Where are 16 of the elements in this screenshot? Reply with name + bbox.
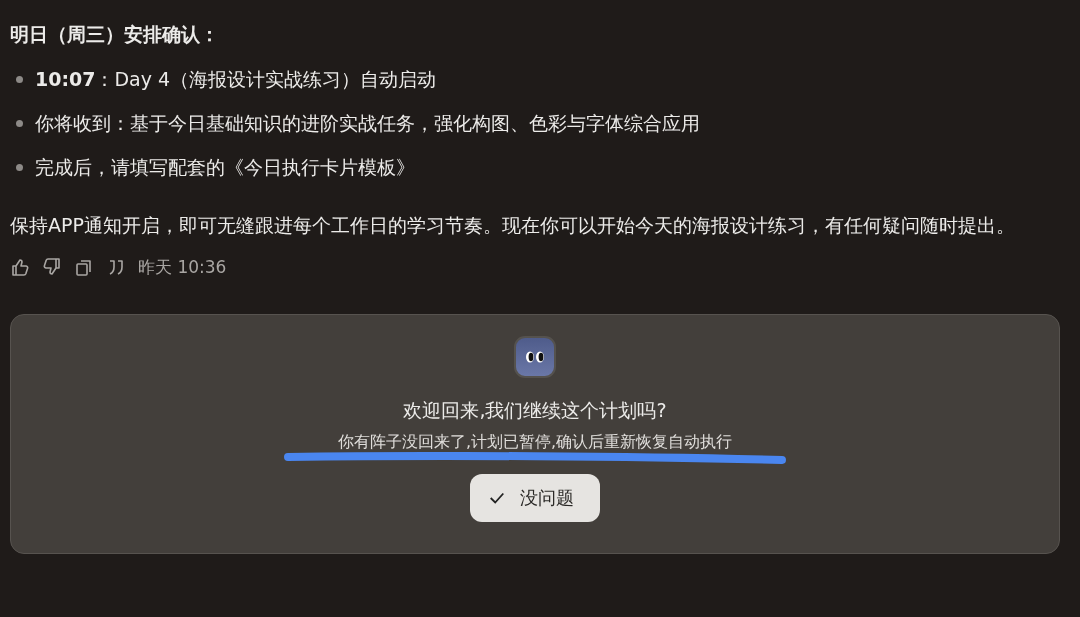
section-heading: 明日（周三）安排确认： bbox=[10, 22, 220, 47]
list-item-text: 完成后，请填写配套的《今日执行卡片模板》 bbox=[35, 155, 415, 180]
bullet-dot bbox=[16, 163, 23, 171]
copy-icon[interactable] bbox=[74, 257, 94, 277]
eyes-logo-icon bbox=[514, 336, 556, 378]
thumbs-up-icon[interactable] bbox=[10, 257, 30, 277]
confirm-button[interactable]: 没问题 bbox=[470, 474, 600, 522]
list-item-text: 10:07：Day 4（海报设计实战练习）自动启动 bbox=[35, 67, 437, 92]
bullet-dot bbox=[16, 119, 23, 127]
card-title: 欢迎回来,我们继续这个计划吗? bbox=[403, 398, 667, 423]
timestamp: 昨天 10:36 bbox=[138, 255, 227, 279]
thumbs-down-icon[interactable] bbox=[42, 257, 62, 277]
message-paragraph: 保持APP通知开启，即可无缝跟进每个工作日的学习节奏。现在你可以开始今天的海报设计练习，有任何疑问随时提出。 bbox=[10, 213, 1016, 238]
card-subtitle: 你有阵子没回来了,计划已暂停,确认后重新恢复自动执行 bbox=[337, 431, 733, 453]
bullet-dot bbox=[16, 75, 23, 83]
list-item-text: 你将收到：基于今日基础知识的进阶实战任务，强化构图、色彩与字体综合应用 bbox=[35, 111, 700, 136]
